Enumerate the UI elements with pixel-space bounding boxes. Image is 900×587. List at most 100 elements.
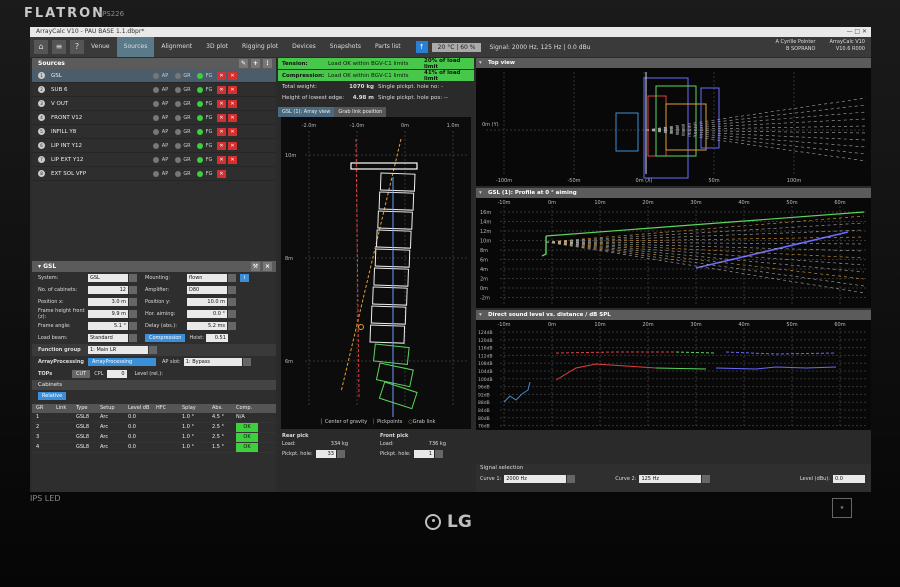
- help-icon[interactable]: ?: [70, 40, 84, 54]
- table-cell[interactable]: 2.5 °: [212, 433, 236, 442]
- source-item[interactable]: 4 FRONT V12 AP GR FG ✕ ✕: [32, 111, 276, 125]
- source-item[interactable]: 8 EXT SOL VFP AP GR FG ✕: [32, 167, 276, 181]
- table-cell[interactable]: 1.0 °: [182, 433, 212, 442]
- edit-icon[interactable]: ✎: [239, 59, 248, 68]
- table-cell[interactable]: OK: [236, 423, 258, 432]
- chevron-down-icon[interactable]: [242, 358, 251, 366]
- table-cell[interactable]: Arc: [100, 443, 128, 452]
- load-beam-select[interactable]: Standard: [88, 334, 128, 342]
- tools-icon[interactable]: ⚒: [251, 262, 260, 271]
- table-cell[interactable]: [156, 433, 182, 442]
- stepper-icon[interactable]: [129, 322, 137, 330]
- table-cell[interactable]: GSL8: [76, 443, 100, 452]
- frame-angle-input[interactable]: 5.1 °: [88, 322, 128, 330]
- table-cell[interactable]: OK: [236, 433, 258, 442]
- table-cell[interactable]: GSL8: [76, 423, 100, 432]
- mute-icon[interactable]: ✕: [228, 113, 237, 122]
- mute-icon[interactable]: ✕: [217, 99, 226, 108]
- mute-icon[interactable]: ✕: [217, 113, 226, 122]
- mute-icon[interactable]: ✕: [217, 155, 226, 164]
- profile-plot[interactable]: -10m 0m 10m 20m 30m 40m 50m 60m 16m 14m 12m 10m 8m 6m…: [476, 198, 871, 308]
- table-cell[interactable]: Arc: [100, 433, 128, 442]
- curve2-select[interactable]: 125 Hz: [639, 474, 702, 483]
- array-processing-button[interactable]: ArrayProcessing: [88, 358, 156, 366]
- table-cell[interactable]: 0.0: [128, 413, 156, 422]
- tab-sources[interactable]: Sources: [116, 37, 155, 57]
- tab-grab-link-position[interactable]: Grab link position: [334, 107, 387, 117]
- table-cell[interactable]: 1.0 °: [182, 413, 212, 422]
- hor-aiming-input[interactable]: 0.0 °: [187, 310, 227, 318]
- mute-icon[interactable]: ✕: [228, 155, 237, 164]
- add-icon[interactable]: +: [251, 59, 260, 68]
- temperature-field[interactable]: 20 °C | 60 %: [431, 42, 482, 52]
- table-cell[interactable]: 1.0 °: [182, 423, 212, 432]
- table-cell[interactable]: 0.0: [128, 433, 156, 442]
- mute-icon[interactable]: ✕: [228, 85, 237, 94]
- amplifier-select[interactable]: D80: [187, 286, 227, 294]
- table-cell[interactable]: GSL8: [76, 433, 100, 442]
- cpl-input[interactable]: 0: [106, 370, 127, 378]
- chevron-down-icon[interactable]: [228, 274, 236, 282]
- table-cell[interactable]: 2.5 °: [212, 423, 236, 432]
- relative-button[interactable]: Relative: [38, 392, 67, 400]
- table-cell[interactable]: 1.0 °: [182, 443, 212, 452]
- mute-icon[interactable]: ✕: [228, 71, 237, 80]
- menu-icon[interactable]: ≡: [52, 40, 66, 54]
- source-item[interactable]: 3 V OUT AP GR FG ✕ ✕: [32, 97, 276, 111]
- cabinets-input[interactable]: 12: [88, 286, 128, 294]
- source-item[interactable]: 6 LIP INT Y12 AP GR FG ✕ ✕: [32, 139, 276, 153]
- tab-devices[interactable]: Devices: [285, 37, 323, 57]
- stepper-icon[interactable]: [435, 450, 443, 458]
- table-cell[interactable]: [156, 413, 182, 422]
- tab-rigging-plot[interactable]: Rigging plot: [235, 37, 285, 57]
- mute-icon[interactable]: ✕: [217, 85, 226, 94]
- table-row[interactable]: 2 GSL8 Arc 0.0 1.0 ° 2.5 ° OK: [32, 423, 276, 433]
- chevron-down-icon[interactable]: [567, 474, 576, 483]
- stepper-icon[interactable]: [129, 286, 137, 294]
- compression-button[interactable]: Compression: [145, 334, 186, 342]
- table-cell[interactable]: OK: [236, 443, 258, 452]
- chevron-down-icon[interactable]: [129, 274, 137, 282]
- hoist-input[interactable]: 0.51: [205, 334, 228, 342]
- table-cell[interactable]: Arc: [100, 423, 128, 432]
- tab-3d-plot[interactable]: 3D plot: [199, 37, 235, 57]
- source-item[interactable]: 7 LIP EXT Y12 AP GR FG ✕ ✕: [32, 153, 276, 167]
- mute-icon[interactable]: ✕: [217, 71, 226, 80]
- home-icon[interactable]: ⌂: [34, 40, 48, 54]
- info-icon[interactable]: i: [240, 274, 249, 282]
- stepper-icon[interactable]: [228, 310, 236, 318]
- mute-icon[interactable]: ✕: [217, 141, 226, 150]
- stepper-icon[interactable]: [228, 322, 236, 330]
- tab-array-view[interactable]: GSL (1): Array view: [278, 107, 335, 117]
- frame-height-input[interactable]: 9.9 m: [88, 310, 128, 318]
- table-cell[interactable]: [156, 443, 182, 452]
- tab-venue[interactable]: Venue: [84, 37, 117, 57]
- system-select[interactable]: GSL: [88, 274, 128, 282]
- spl-header[interactable]: Direct sound level vs. distance / dB SPL: [476, 310, 871, 320]
- profile-header[interactable]: GSL (1): Profile at 0 ° aiming: [476, 188, 871, 198]
- mute-icon[interactable]: ✕: [217, 127, 226, 136]
- stepper-icon[interactable]: [228, 298, 236, 306]
- position-y-input[interactable]: 10.0 m: [187, 298, 227, 306]
- chevron-down-icon[interactable]: [228, 286, 236, 294]
- function-group-select[interactable]: 1: Main LR: [88, 346, 148, 354]
- table-row[interactable]: 4 GSL8 Arc 0.0 1.0 ° 1.5 ° OK: [32, 443, 276, 453]
- table-cell[interactable]: Arc: [100, 413, 128, 422]
- front-hole-input[interactable]: 1: [414, 450, 434, 458]
- level-dbu-input[interactable]: 0.0: [833, 474, 865, 483]
- table-cell[interactable]: 4.5 °: [212, 413, 236, 422]
- stepper-icon[interactable]: [129, 310, 137, 318]
- curve1-select[interactable]: 2000 Hz: [504, 474, 567, 483]
- play-icon[interactable]: ↑: [415, 41, 428, 53]
- more-icon[interactable]: ⋮: [263, 59, 272, 68]
- table-cell[interactable]: N/A: [236, 413, 258, 422]
- table-row[interactable]: 3 GSL8 Arc 0.0 1.0 ° 2.5 ° OK: [32, 433, 276, 443]
- ap-slot-select[interactable]: 1: Bypass: [183, 358, 242, 366]
- table-cell[interactable]: 0.0: [128, 443, 156, 452]
- top-view-header[interactable]: Top view: [476, 58, 871, 68]
- mounting-select[interactable]: flown: [187, 274, 227, 282]
- mute-icon[interactable]: ✕: [228, 141, 237, 150]
- close-icon[interactable]: ×: [263, 262, 272, 271]
- top-view-plot[interactable]: -100m -50m 0m (X) 50m 100m 0m (Y): [476, 68, 871, 186]
- table-cell[interactable]: [156, 423, 182, 432]
